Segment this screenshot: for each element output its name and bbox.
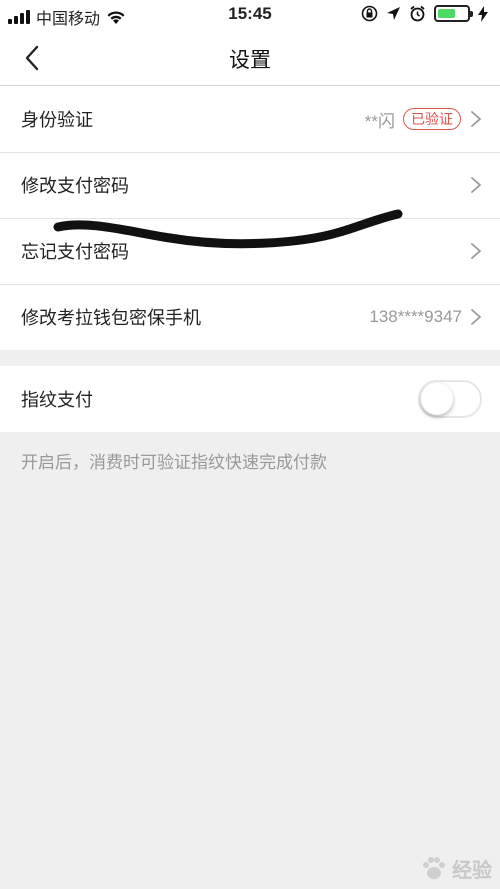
chevron-right-icon <box>471 309 481 325</box>
fingerprint-hint: 开启后，消费时可验证指纹快速完成付款 <box>21 453 327 472</box>
row-label: 身份验证 <box>21 110 93 130</box>
chevron-right-icon <box>471 177 481 193</box>
row-label: 忘记支付密码 <box>21 242 129 262</box>
verified-name: **闪 <box>364 111 395 131</box>
status-bar: 中国移动 15:45 <box>0 0 500 30</box>
row-label: 修改考拉钱包密保手机 <box>21 308 201 328</box>
chevron-right-icon <box>471 111 481 127</box>
forgot-payment-password-row[interactable]: 忘记支付密码 <box>0 218 500 284</box>
paw-logo-icon <box>423 856 445 879</box>
row-label: 修改支付密码 <box>21 176 129 196</box>
change-security-phone-row[interactable]: 修改考拉钱包密保手机 138****9347 <box>0 284 500 350</box>
watermark: 经验 <box>420 854 492 883</box>
verified-badge: 已验证 <box>403 108 461 130</box>
rotation-lock-icon <box>361 5 378 22</box>
change-payment-password-row[interactable]: 修改支付密码 <box>0 152 500 218</box>
fingerprint-group: 指纹支付 <box>0 366 500 432</box>
identity-verification-row[interactable]: 身份验证 **闪 已验证 <box>0 86 500 152</box>
status-right <box>361 5 488 22</box>
watermark-text: 经验 <box>452 860 492 882</box>
security-phone-number: 138****9347 <box>369 307 462 326</box>
security-settings-group: 身份验证 **闪 已验证 修改支付密码 忘记支付密码 修改考拉钱包密保手机 13… <box>0 86 500 350</box>
fingerprint-toggle[interactable] <box>418 380 482 418</box>
row-label: 指纹支付 <box>21 390 93 410</box>
toggle-knob <box>421 383 453 415</box>
alarm-icon <box>410 5 425 22</box>
fingerprint-payment-row: 指纹支付 <box>0 366 500 432</box>
nav-bar: 设置 <box>0 30 500 86</box>
battery-icon <box>434 5 473 22</box>
chevron-right-icon <box>471 243 481 259</box>
location-icon <box>387 7 400 20</box>
charging-icon <box>478 5 488 22</box>
page-title: 设置 <box>229 49 271 72</box>
